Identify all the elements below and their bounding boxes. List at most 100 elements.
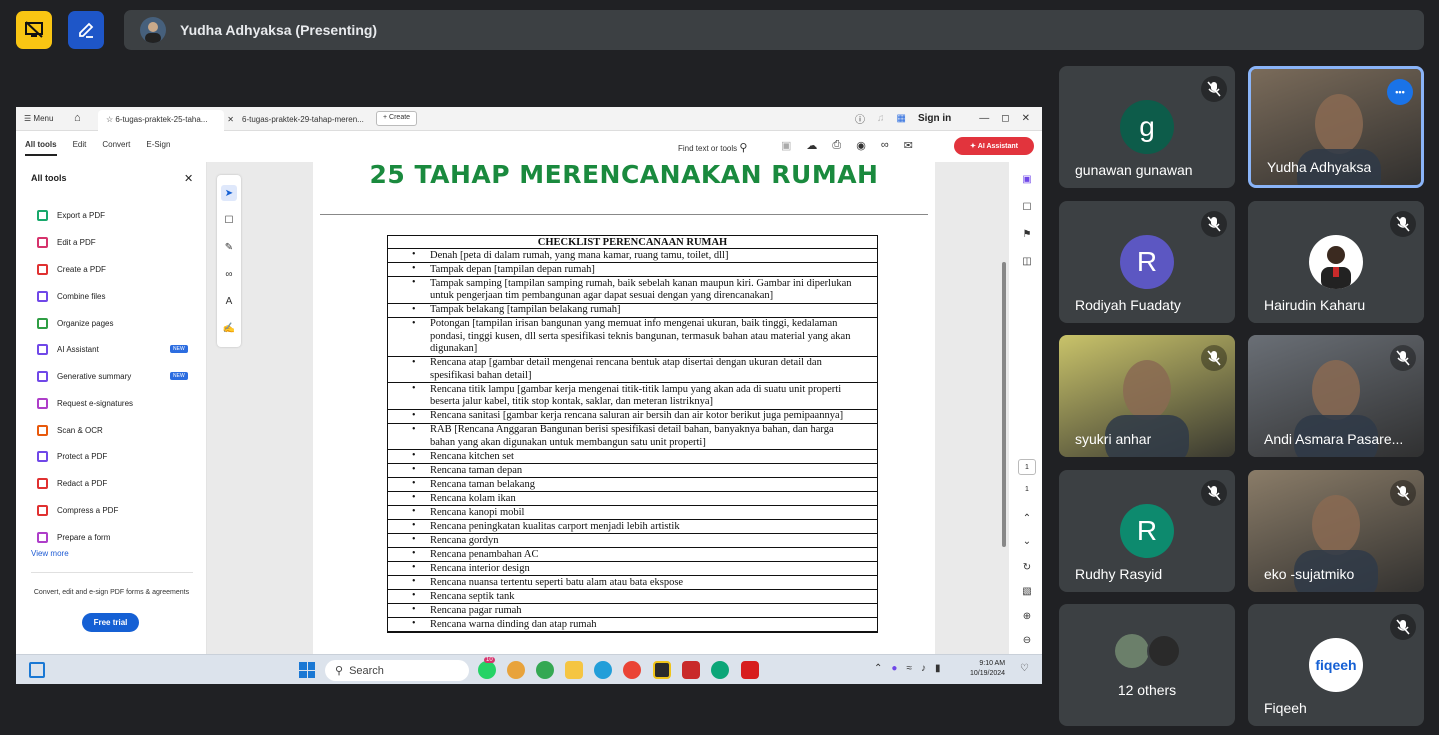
apps-icon[interactable]: ▦ xyxy=(897,113,906,124)
tool-item[interactable]: Scan & OCR xyxy=(37,425,103,436)
save-page-icon[interactable]: ▧ xyxy=(1018,582,1036,600)
participant-tile[interactable]: eko -sujatmiko xyxy=(1248,470,1424,592)
refresh-icon[interactable]: ↻ xyxy=(1018,558,1036,576)
notification-bell-icon[interactable]: ♡ xyxy=(1020,663,1029,674)
menu-button[interactable]: ☰ Menu xyxy=(24,114,53,123)
participant-tile[interactable]: syukri anhar xyxy=(1059,335,1235,457)
pdf-page: 25 TAHAP MERENCANAKAN RUMAH CHECKLIST PE… xyxy=(313,162,935,654)
comment-tool-icon[interactable]: ☐ xyxy=(221,212,237,228)
chevron-down-icon[interactable]: ⌄ xyxy=(1018,532,1036,550)
chrome-icon[interactable] xyxy=(536,661,554,679)
chevron-up-icon[interactable]: ⌃ xyxy=(1018,509,1036,527)
checklist-row: Rencana peningkatan kualitas carport men… xyxy=(388,520,877,534)
bookmark-icon[interactable]: ⚑ xyxy=(1018,225,1036,243)
save-icon[interactable]: ▣ xyxy=(781,139,791,152)
tab-document-1[interactable]: ☆ 6-tugas-praktek-25-taha... ✕ xyxy=(98,110,234,131)
windows-start-icon[interactable] xyxy=(299,662,315,678)
annotate-button[interactable] xyxy=(68,11,104,49)
vertical-scrollbar[interactable] xyxy=(1002,262,1006,547)
zoom-out-icon[interactable]: ⊖ xyxy=(1018,631,1036,649)
help-icon[interactable]: ⓘ xyxy=(855,111,865,126)
close-tab-icon[interactable]: ✕ xyxy=(227,115,234,124)
file-explorer-icon[interactable] xyxy=(565,661,583,679)
taskbar-clock[interactable]: 9:10 AM 10/19/2024 xyxy=(970,659,1005,679)
sticky-notes-icon[interactable] xyxy=(653,661,671,679)
highlight-tool-icon[interactable]: ✎ xyxy=(221,239,237,255)
stop-presenting-button[interactable] xyxy=(16,11,52,49)
find-text-button[interactable]: Find text or tools ⚲ xyxy=(678,141,747,154)
pages-icon[interactable]: ◫ xyxy=(1018,252,1036,270)
participant-tile[interactable]: Yudha Adhyaksa ••• xyxy=(1248,66,1424,188)
others-avatars xyxy=(1115,634,1185,670)
free-trial-button[interactable]: Free trial xyxy=(82,613,139,632)
tool-item[interactable]: Redact a PDF xyxy=(37,478,107,489)
nav-convert[interactable]: Convert xyxy=(102,140,130,156)
avatar: g xyxy=(1120,100,1174,154)
widgets-icon[interactable] xyxy=(29,662,45,678)
tab-document-2[interactable]: 6-tugas-praktek-29-tahap-meren... xyxy=(234,110,374,131)
close-panel-icon[interactable]: ✕ xyxy=(184,172,193,185)
acrobat-icon[interactable] xyxy=(741,661,759,679)
view-more-link[interactable]: View more xyxy=(31,549,69,558)
draw-tool-icon[interactable]: ∞ xyxy=(221,266,237,282)
tool-item[interactable]: Generative summary xyxy=(37,371,131,382)
tool-item[interactable]: Prepare a form xyxy=(37,532,110,543)
upload-cloud-icon[interactable]: ☁ xyxy=(806,139,817,152)
home-icon[interactable]: ⌂ xyxy=(74,112,81,124)
participant-tile[interactable]: R Rudhy Rasyid xyxy=(1059,470,1235,592)
participant-tile[interactable]: Hairudin Kaharu xyxy=(1248,201,1424,323)
sign-in-button[interactable]: Sign in xyxy=(918,113,951,124)
comments-icon[interactable]: ☐ xyxy=(1018,198,1036,216)
ai-summary-icon[interactable]: ▣ xyxy=(1018,170,1036,188)
create-button[interactable]: + Create xyxy=(376,111,418,126)
chrome-alt-icon[interactable] xyxy=(623,661,641,679)
tool-icon xyxy=(37,344,48,355)
nav-edit[interactable]: Edit xyxy=(73,140,87,156)
tool-item[interactable]: AI Assistant xyxy=(37,344,99,355)
tool-item[interactable]: Export a PDF xyxy=(37,210,105,221)
tool-item[interactable]: Request e-signatures xyxy=(37,398,133,409)
print-icon[interactable]: ⎙ xyxy=(832,139,841,152)
link-icon[interactable]: ∞ xyxy=(881,139,889,152)
more-options-icon[interactable]: ••• xyxy=(1387,79,1413,105)
zoom-in-icon[interactable]: ⊕ xyxy=(1018,607,1036,625)
mail-icon[interactable]: ✉ xyxy=(904,139,913,152)
participant-tile[interactable]: R Rodiyah Fuadaty xyxy=(1059,201,1235,323)
participant-tile[interactable]: g gunawan gunawan xyxy=(1059,66,1235,188)
battery-icon[interactable]: ▮ xyxy=(935,663,941,674)
wifi-icon[interactable]: ≈ xyxy=(906,663,912,674)
nav-all-tools[interactable]: All tools xyxy=(25,140,57,156)
toolbar-icons: ▣ ☁ ⎙ ◉ ∞ ✉ xyxy=(781,139,913,152)
sign-tool-icon[interactable]: ✍ xyxy=(221,320,237,336)
page-number-field[interactable]: 1 xyxy=(1018,459,1036,475)
minimize-icon[interactable]: — xyxy=(979,113,989,124)
volume-icon[interactable]: ♪ xyxy=(921,663,926,674)
telegram-icon[interactable] xyxy=(594,661,612,679)
bell-icon[interactable]: ♫ xyxy=(877,113,885,124)
ai-assistant-button[interactable]: ✦ AI Assistant xyxy=(954,137,1034,155)
tool-item[interactable]: Edit a PDF xyxy=(37,237,96,248)
page-total: 1 xyxy=(1025,486,1029,493)
microphone-icon[interactable]: ● xyxy=(891,663,897,674)
mcafee-icon[interactable] xyxy=(682,661,700,679)
taskbar-search[interactable]: ⚲ Search xyxy=(325,660,469,681)
maximize-icon[interactable]: ◻ xyxy=(1001,113,1009,124)
participant-tile[interactable]: fiqeeh Fiqeeh xyxy=(1248,604,1424,726)
tool-item[interactable]: Compress a PDF xyxy=(37,505,118,516)
tool-item[interactable]: Protect a PDF xyxy=(37,451,107,462)
whatsapp-icon[interactable] xyxy=(478,661,496,679)
tool-item[interactable]: Combine files xyxy=(37,291,105,302)
chrome-profile-icon[interactable] xyxy=(507,661,525,679)
select-tool-icon[interactable]: ➤ xyxy=(221,185,237,201)
tool-item[interactable]: Create a PDF xyxy=(37,264,106,275)
tool-item[interactable]: Organize pages xyxy=(37,318,113,329)
nav-esign[interactable]: E-Sign xyxy=(146,140,170,156)
text-tool-icon[interactable]: A xyxy=(221,293,237,309)
edge-icon[interactable] xyxy=(711,661,729,679)
close-window-icon[interactable]: ✕ xyxy=(1022,113,1030,124)
ai-chat-icon[interactable]: ◉ xyxy=(856,139,866,152)
chevron-up-icon[interactable]: ⌃ xyxy=(874,663,882,674)
participant-tile[interactable]: Andi Asmara Pasare... xyxy=(1248,335,1424,457)
acrobat-tabbar: ☰ Menu ⌂ ☆ 6-tugas-praktek-25-taha... ✕ … xyxy=(16,107,1042,131)
participant-tile[interactable]: 12 others xyxy=(1059,604,1235,726)
